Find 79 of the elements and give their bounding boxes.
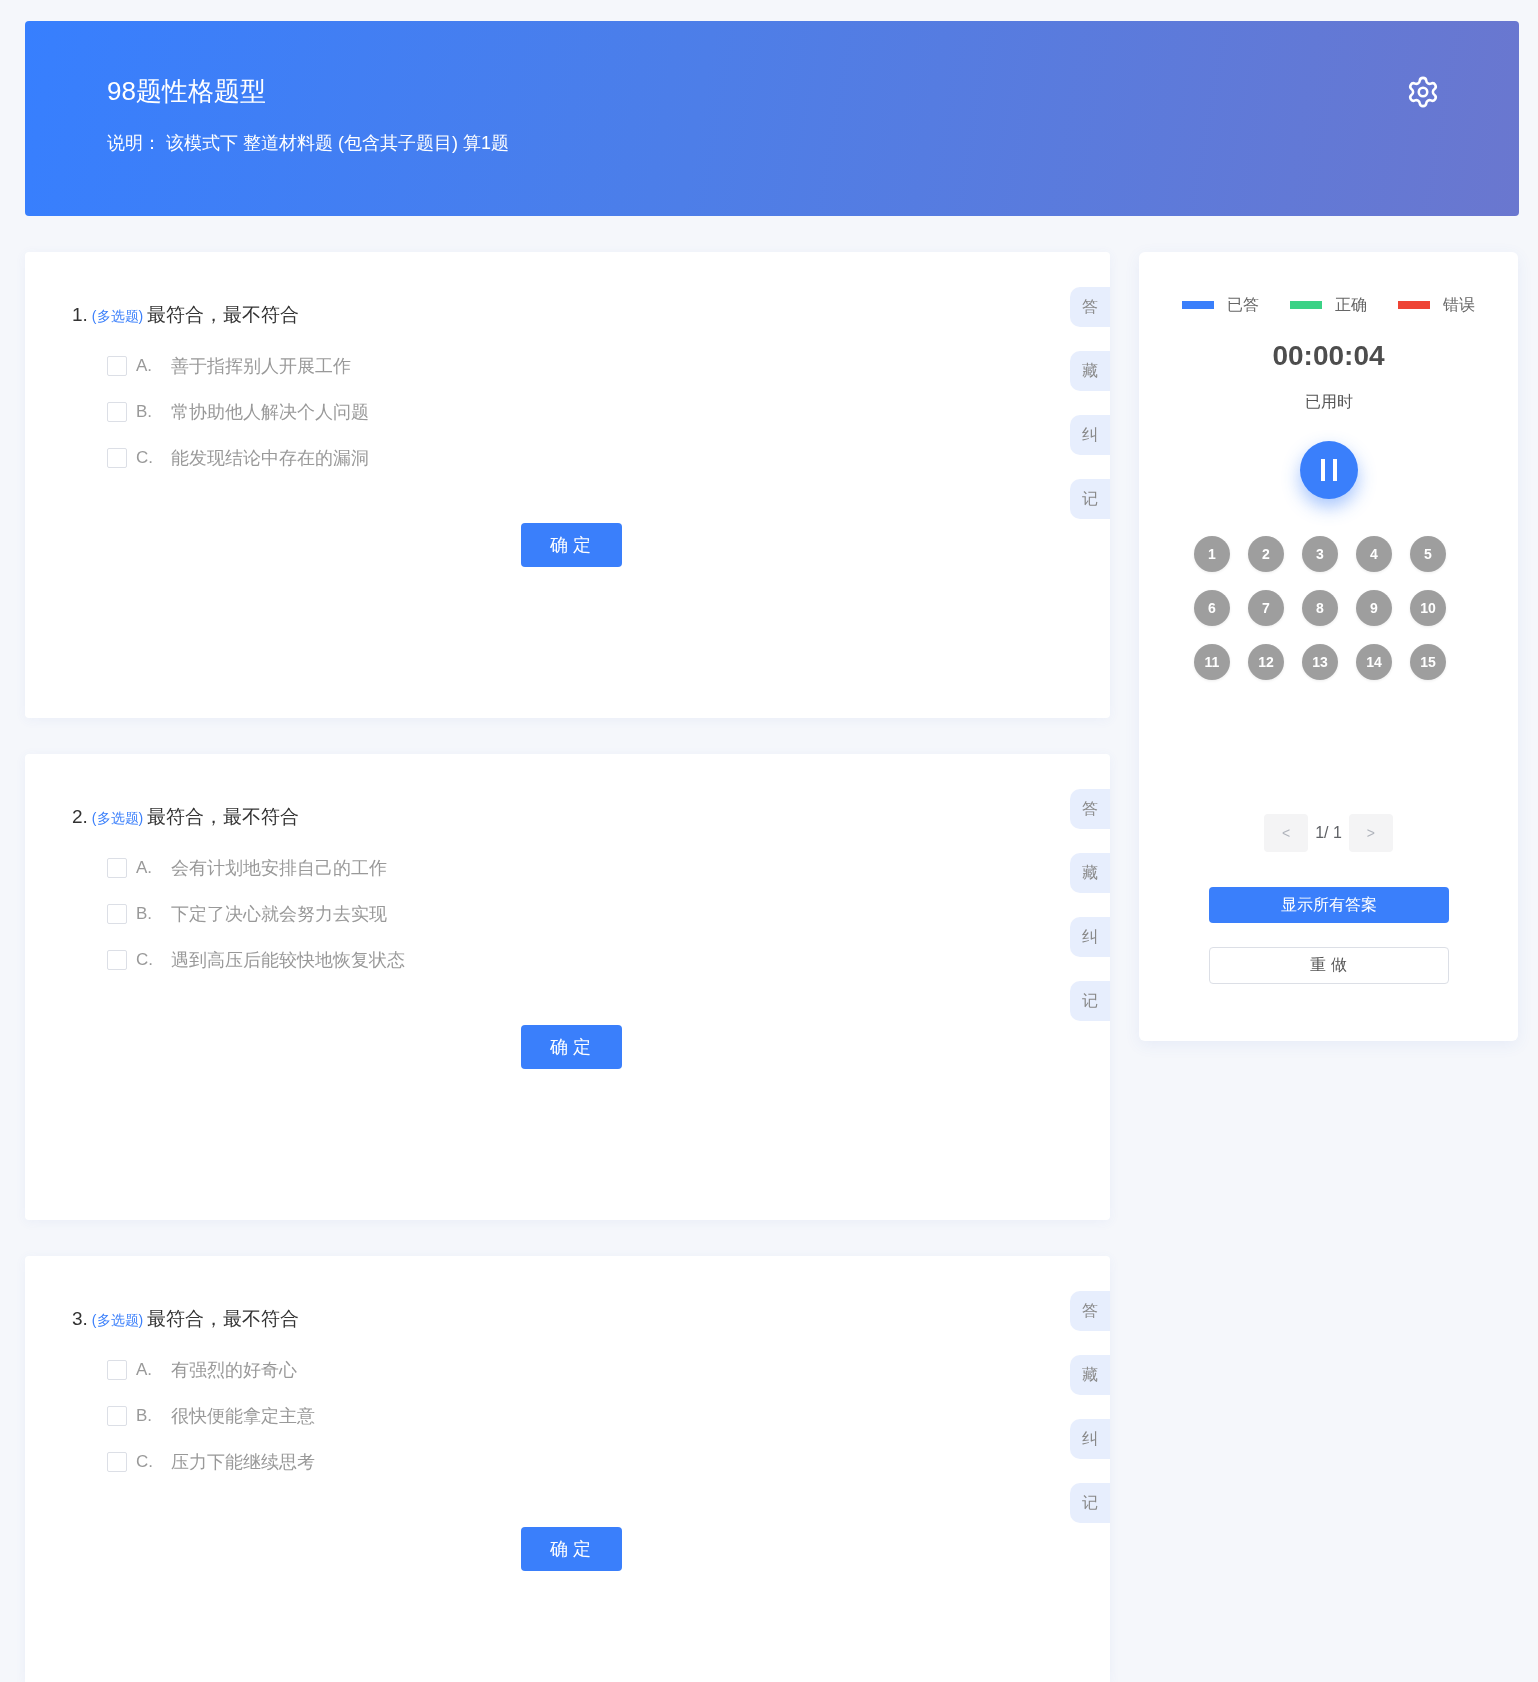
timer-label: 已用时 — [1304, 392, 1353, 412]
side-tab[interactable]: 答 — [1070, 789, 1110, 829]
side-tab[interactable]: 藏 — [1070, 853, 1110, 893]
pause-icon — [1319, 459, 1338, 481]
side-tab[interactable]: 纠 — [1070, 1419, 1110, 1459]
option-letter: B. — [136, 402, 154, 422]
question-number: 3. — [72, 1307, 88, 1331]
checkbox[interactable] — [107, 356, 127, 376]
settings-icon[interactable] — [1406, 75, 1440, 109]
checkbox[interactable] — [107, 1452, 127, 1472]
checkbox[interactable] — [107, 1406, 127, 1426]
question-type: (多选题) — [91, 1311, 144, 1330]
timer-display: 00:00:04 — [1272, 339, 1385, 373]
option-letter: B. — [136, 1406, 154, 1426]
confirm-button[interactable]: 确 定 — [520, 1527, 622, 1571]
page-title: 98题性格题型 — [107, 75, 267, 108]
question-number-button[interactable]: 1 — [1194, 536, 1230, 572]
legend-label: 正确 — [1335, 295, 1367, 315]
option-letter: A. — [136, 1360, 154, 1380]
confirm-button[interactable]: 确 定 — [520, 523, 622, 567]
side-tab[interactable]: 纠 — [1070, 415, 1110, 455]
option-letter: C. — [136, 950, 154, 970]
side-tab[interactable]: 藏 — [1070, 351, 1110, 391]
question-number-button[interactable]: 13 — [1302, 644, 1338, 680]
question-type: (多选题) — [91, 307, 144, 326]
side-tab[interactable]: 藏 — [1070, 1355, 1110, 1395]
option-text: 遇到高压后能较快地恢复状态 — [171, 949, 405, 972]
page-indicator: 1/ 1 — [1315, 824, 1342, 842]
question-number-button[interactable]: 14 — [1356, 644, 1392, 680]
option-text: 很快便能拿定主意 — [171, 1405, 315, 1428]
question-number-button[interactable]: 6 — [1194, 590, 1230, 626]
side-tab[interactable]: 答 — [1070, 287, 1110, 327]
option-text: 压力下能继续思考 — [171, 1451, 315, 1474]
confirm-button[interactable]: 确 定 — [520, 1025, 622, 1069]
question-number-button[interactable]: 15 — [1410, 644, 1446, 680]
question-type: (多选题) — [91, 809, 144, 828]
checkbox[interactable] — [107, 1360, 127, 1380]
redo-button[interactable]: 重 做 — [1208, 947, 1449, 984]
option-letter: A. — [136, 356, 154, 376]
question-stem: 最符合，最不符合 — [147, 1307, 300, 1331]
legend-label: 错误 — [1443, 295, 1475, 315]
question-stem: 最符合，最不符合 — [147, 303, 300, 327]
question-number-button[interactable]: 3 — [1302, 536, 1338, 572]
question-number-button[interactable]: 12 — [1248, 644, 1284, 680]
question-number-button[interactable]: 4 — [1356, 536, 1392, 572]
question-number-button[interactable]: 7 — [1248, 590, 1284, 626]
question-number: 1. — [72, 303, 88, 327]
option-letter: B. — [136, 904, 154, 924]
question-number-button[interactable]: 8 — [1302, 590, 1338, 626]
pause-button[interactable] — [1299, 441, 1358, 499]
side-tab[interactable]: 纠 — [1070, 917, 1110, 957]
side-tab[interactable]: 记 — [1070, 479, 1110, 519]
show-answers-button[interactable]: 显示所有答案 — [1208, 887, 1449, 923]
option-text: 善于指挥别人开展工作 — [171, 355, 351, 378]
option-text: 下定了决心就会努力去实现 — [171, 903, 387, 926]
option-letter: C. — [136, 1452, 154, 1472]
option-letter: A. — [136, 858, 154, 878]
side-tab[interactable]: 记 — [1070, 981, 1110, 1021]
option-text: 会有计划地安排自己的工作 — [171, 857, 387, 880]
question-number-button[interactable]: 5 — [1410, 536, 1446, 572]
option-text: 常协助他人解决个人问题 — [171, 401, 369, 424]
checkbox[interactable] — [107, 448, 127, 468]
side-tab[interactable]: 记 — [1070, 1483, 1110, 1523]
side-tab[interactable]: 答 — [1070, 1291, 1110, 1331]
question-number: 2. — [72, 805, 88, 829]
checkbox[interactable] — [107, 950, 127, 970]
question-stem: 最符合，最不符合 — [147, 805, 300, 829]
mode-description: 说明： 该模式下 整道材料题 (包含其子题目) 算1题 — [107, 132, 509, 155]
question-number-button[interactable]: 11 — [1194, 644, 1230, 680]
checkbox[interactable] — [107, 858, 127, 878]
checkbox[interactable] — [107, 402, 127, 422]
question-number-button[interactable]: 10 — [1410, 590, 1446, 626]
option-text: 能发现结论中存在的漏洞 — [171, 447, 369, 470]
checkbox[interactable] — [107, 904, 127, 924]
option-text: 有强烈的好奇心 — [171, 1359, 297, 1382]
legend-label: 已答 — [1227, 295, 1259, 315]
question-number-button[interactable]: 2 — [1248, 536, 1284, 572]
option-letter: C. — [136, 448, 154, 468]
question-number-button[interactable]: 9 — [1356, 590, 1392, 626]
